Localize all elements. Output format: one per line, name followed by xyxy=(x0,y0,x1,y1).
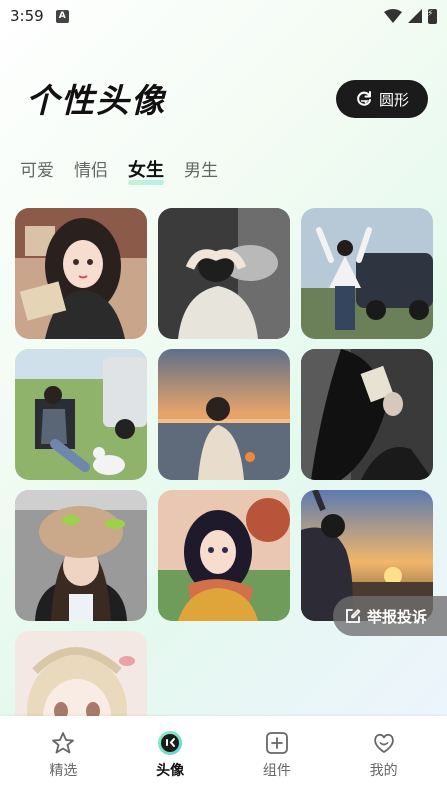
girl-dark-hair-covering-face-image xyxy=(301,349,433,480)
nav-label-widgets: 组件 xyxy=(262,763,291,779)
avatar-tile[interactable] xyxy=(158,490,290,621)
status-indicators xyxy=(384,8,437,24)
report-button[interactable]: 举报投诉 xyxy=(333,596,447,636)
nav-item-featured[interactable]: 精选 xyxy=(23,730,103,780)
girl-arms-up-by-suv-image xyxy=(301,208,433,339)
heart-face-icon xyxy=(373,733,394,753)
nav-item-mine[interactable]: 我的 xyxy=(344,730,424,780)
tab-girls[interactable]: 女生 xyxy=(128,156,164,185)
tab-couple[interactable]: 情侣 xyxy=(74,156,108,182)
avatar-grid xyxy=(15,208,433,762)
avatar-tile[interactable] xyxy=(158,208,290,339)
girl-at-sunset-beach-image xyxy=(158,349,290,480)
avatar-tile[interactable] xyxy=(158,349,290,480)
nav-label-mine: 我的 xyxy=(369,763,398,779)
nav-label-featured: 精选 xyxy=(49,763,78,779)
girl-in-fuzzy-hat-image xyxy=(15,490,147,621)
girl-sitting-by-car-with-dog-image xyxy=(15,349,147,480)
avatar-tile[interactable] xyxy=(301,349,433,480)
tab-boys[interactable]: 男生 xyxy=(184,156,218,182)
avatar-tile[interactable] xyxy=(301,208,433,339)
avatar-tile[interactable] xyxy=(15,208,147,339)
status-time: 3:59 xyxy=(10,7,44,25)
plus-square-icon xyxy=(265,732,288,754)
notification-app-icon: A xyxy=(55,9,69,23)
girl-back-hands-on-head-image xyxy=(158,208,290,339)
signal-icon xyxy=(408,9,422,23)
nav-item-avatar[interactable]: 头像 xyxy=(130,730,210,780)
avatar-tile[interactable] xyxy=(15,349,147,480)
anime-girl-scarf-image xyxy=(158,490,290,621)
nav-label-avatar: 头像 xyxy=(156,763,185,779)
shape-toggle-button[interactable]: 圆形 xyxy=(336,80,428,118)
nav-item-widgets[interactable]: 组件 xyxy=(237,730,317,780)
avatar-tile[interactable] xyxy=(15,490,147,621)
category-tabs: 可爱 情侣 女生 男生 xyxy=(20,156,218,185)
anime-girl-with-book-image xyxy=(15,208,147,339)
shape-toggle-label: 圆形 xyxy=(378,90,409,109)
refresh-icon xyxy=(357,91,371,106)
tab-cute[interactable]: 可爱 xyxy=(20,156,54,182)
battery-icon xyxy=(427,8,437,24)
star-icon xyxy=(52,732,75,754)
bottom-nav: 精选 头像 组件 我的 xyxy=(0,716,447,794)
wifi-icon xyxy=(384,9,402,23)
status-bar: 3:59 A xyxy=(0,0,447,32)
avatar-face-icon xyxy=(158,731,183,755)
edit-icon xyxy=(346,609,361,623)
page-title: 个性头像 xyxy=(26,81,166,120)
report-button-label: 举报投诉 xyxy=(367,607,428,626)
